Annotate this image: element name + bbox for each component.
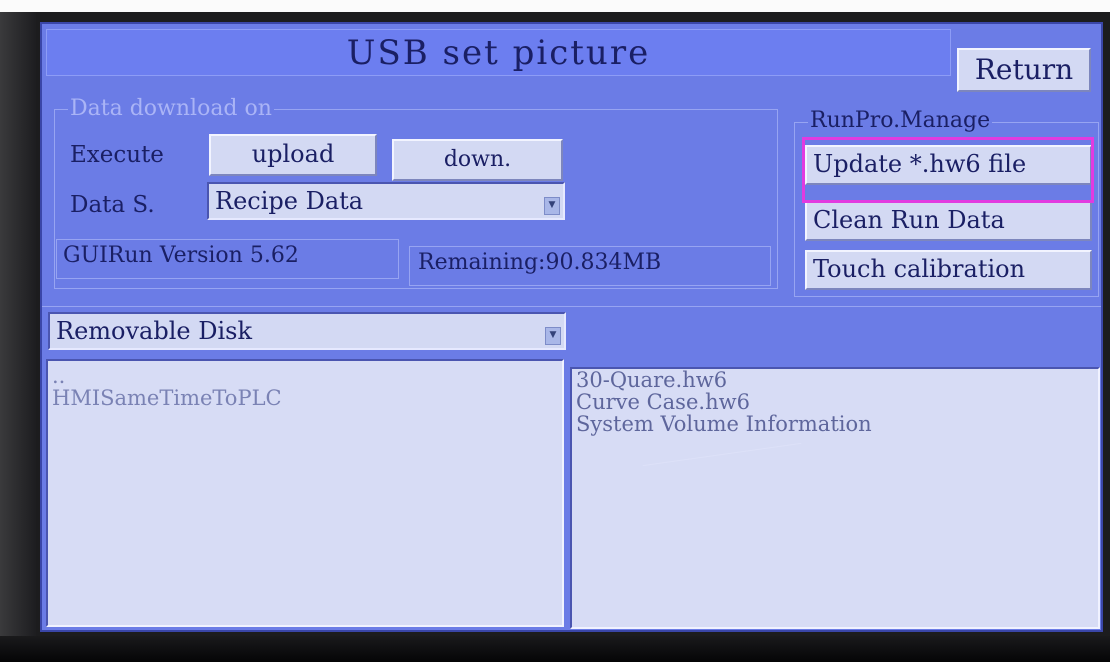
- selection-highlight-box: [802, 137, 1094, 203]
- hmi-screen: USB set picture Return Data download on …: [40, 22, 1103, 632]
- data-download-legend: Data download on: [68, 96, 274, 121]
- device-bezel-bottom: [0, 636, 1110, 662]
- runpro-manage-legend: RunPro.Manage: [808, 108, 993, 133]
- list-item-file[interactable]: 30-Quare.hw6: [576, 369, 1098, 391]
- execute-label: Execute: [70, 142, 164, 168]
- version-text: GUIRun Version 5.62: [63, 243, 299, 268]
- chevron-down-icon: ▼: [545, 327, 561, 345]
- data-source-label: Data S.: [70, 192, 155, 218]
- clean-run-data-button[interactable]: Clean Run Data: [805, 201, 1092, 241]
- chevron-down-icon: ▼: [544, 197, 560, 215]
- list-item-folder[interactable]: System Volume Information: [576, 413, 1098, 435]
- photo-top-margin: [0, 0, 1110, 12]
- list-item-folder[interactable]: HMISameTimeToPLC: [52, 387, 562, 409]
- directory-list[interactable]: .. HMISameTimeToPLC: [46, 359, 564, 627]
- data-source-select[interactable]: Recipe Data ▼: [207, 182, 565, 220]
- remaining-display: Remaining:90.834MB: [409, 246, 771, 286]
- file-list[interactable]: 30-Quare.hw6 Curve Case.hw6 System Volum…: [570, 367, 1100, 629]
- data-source-value: Recipe Data: [215, 187, 364, 215]
- return-button[interactable]: Return: [957, 48, 1091, 92]
- device-bezel-left: [0, 12, 36, 662]
- title-bar: USB set picture: [46, 29, 951, 76]
- page-title: USB set picture: [346, 33, 651, 73]
- disk-select[interactable]: Removable Disk ▼: [48, 312, 566, 350]
- disk-bar-divider: [42, 306, 1101, 307]
- list-item-parent[interactable]: ..: [52, 365, 562, 387]
- version-display: GUIRun Version 5.62: [56, 239, 399, 279]
- remaining-text: Remaining:90.834MB: [418, 250, 662, 275]
- disk-select-value: Removable Disk: [56, 317, 252, 345]
- touch-calibration-button[interactable]: Touch calibration: [805, 250, 1092, 290]
- list-item-file[interactable]: Curve Case.hw6: [576, 391, 1098, 413]
- download-button[interactable]: down.: [392, 139, 563, 181]
- upload-button[interactable]: upload: [209, 134, 377, 176]
